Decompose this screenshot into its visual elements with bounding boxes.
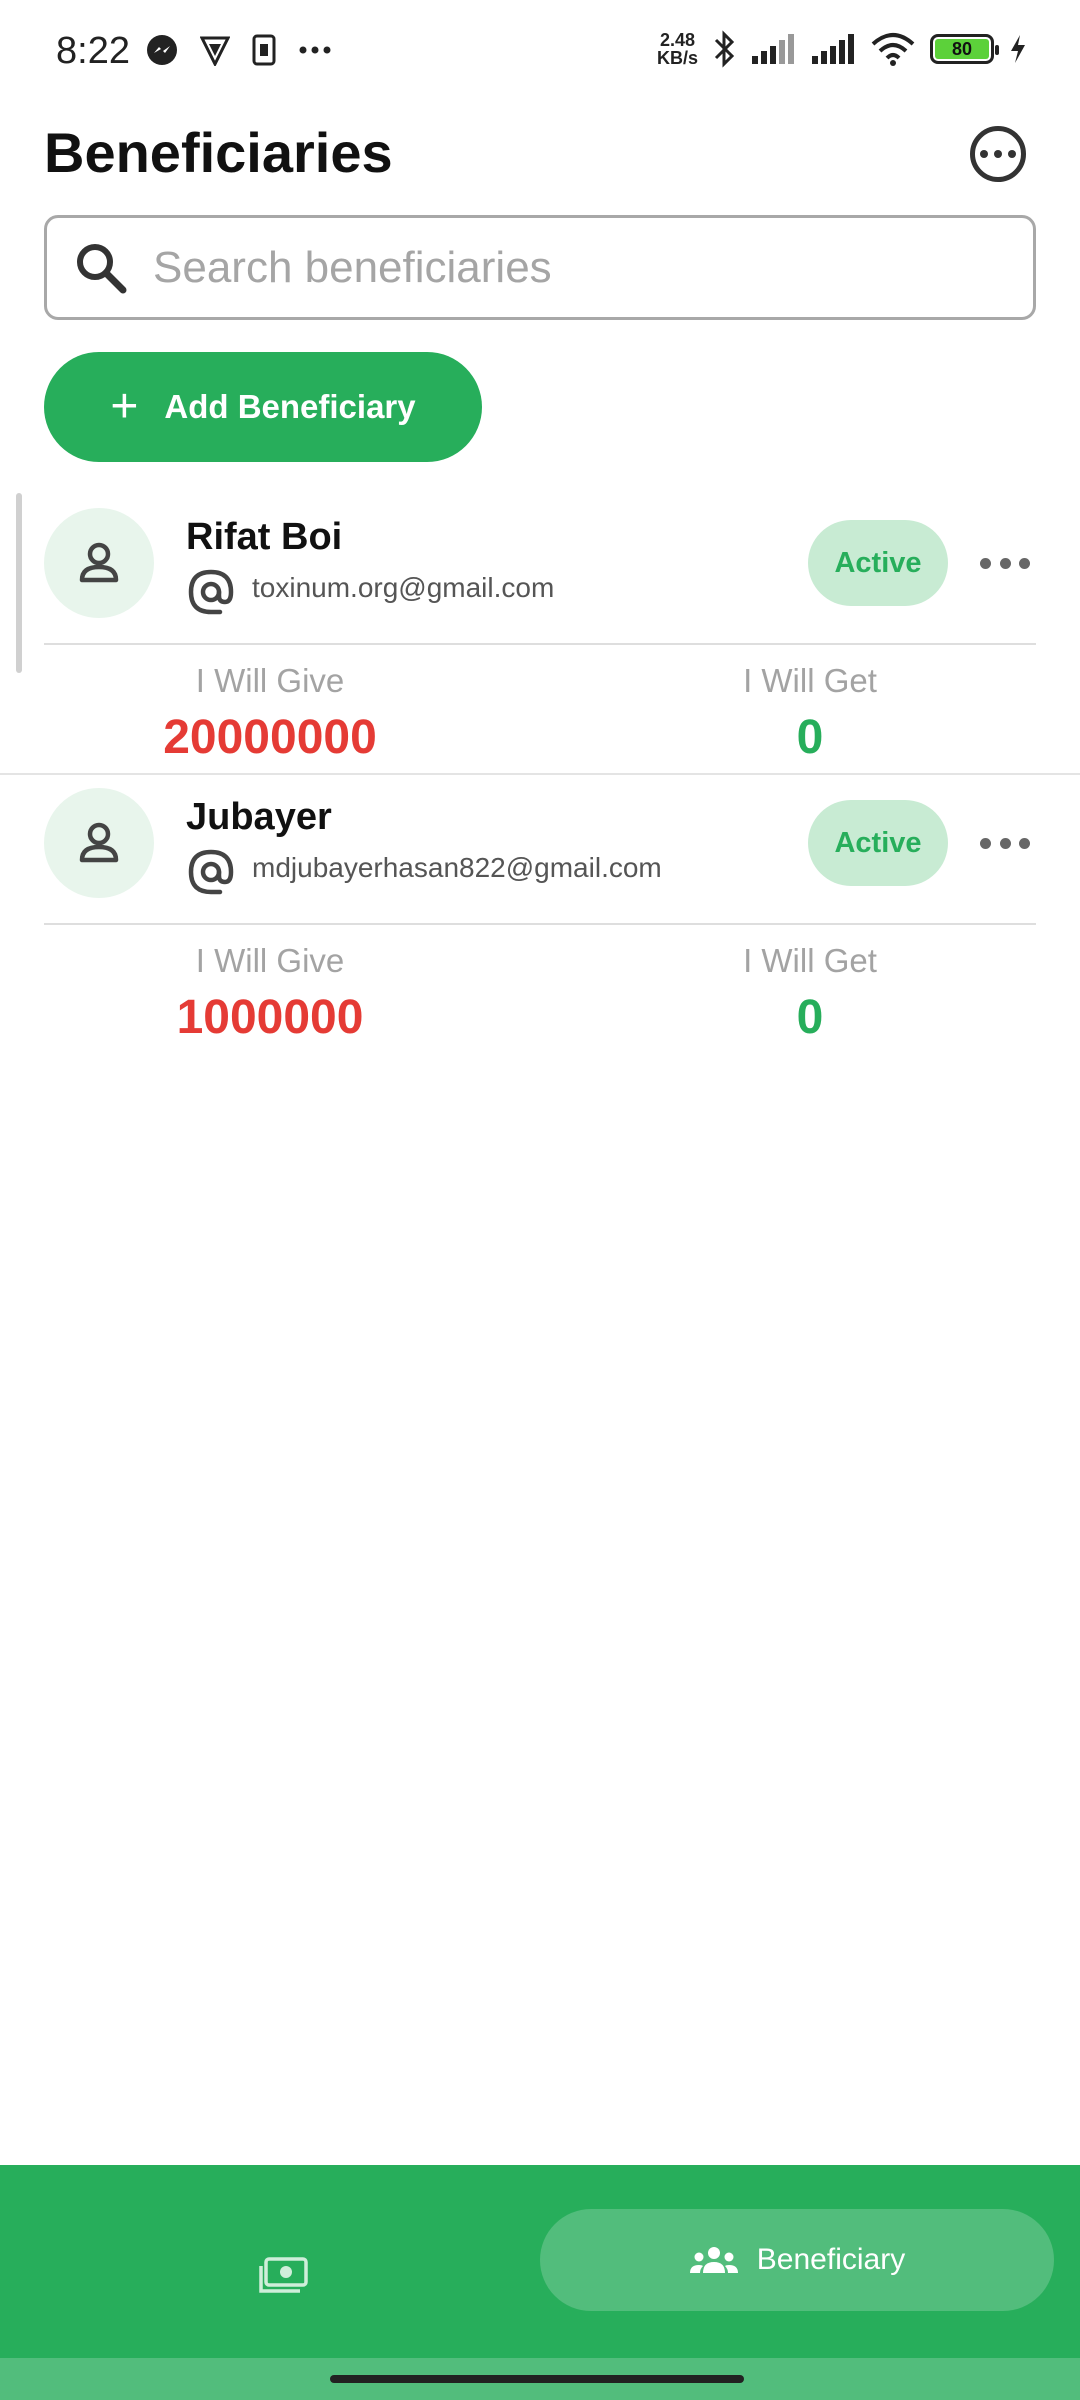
more-dots-icon (299, 46, 331, 54)
wifi-icon (871, 33, 915, 66)
signal-icon (752, 34, 794, 64)
messenger-icon (147, 35, 177, 65)
dot (980, 837, 991, 849)
status-badge: Active (808, 800, 948, 886)
more-options-icon[interactable] (980, 553, 1030, 573)
network-speed: 2.48 KB/s (657, 31, 698, 67)
at-icon (188, 849, 234, 895)
search-icon (77, 243, 127, 293)
get-label: I Will Get (743, 942, 877, 979)
group-icon (689, 2247, 738, 2273)
beneficiary-email: toxinum.org@gmail.com (252, 572, 555, 603)
beneficiary-name: Rifat Boi (186, 516, 343, 558)
speed-value: 2.48 (659, 30, 696, 50)
battery-icon: 80 (930, 34, 999, 64)
add-beneficiary-label: Add Beneficiary (164, 388, 416, 425)
money-icon[interactable] (258, 2257, 308, 2295)
get-value: 0 (796, 711, 824, 764)
get-label: I Will Get (743, 662, 877, 699)
bluetooth-icon (714, 30, 735, 68)
more-options-icon[interactable] (980, 833, 1030, 853)
dot (980, 557, 991, 569)
dot (1019, 837, 1030, 849)
dot (994, 150, 1002, 158)
status-left-icons (146, 34, 332, 66)
sim-icon (252, 34, 276, 66)
give-value: 1000000 (176, 991, 364, 1044)
give-label: I Will Give (195, 662, 345, 699)
beneficiary-name: Jubayer (186, 796, 332, 838)
home-handle[interactable] (330, 2375, 744, 2383)
person-icon (79, 542, 119, 583)
give-label: I Will Give (195, 942, 345, 979)
get-value: 0 (796, 991, 824, 1044)
beneficiary-card[interactable]: Rifat Boi toxinum.org@gmail.com Active I… (0, 492, 1080, 772)
beneficiary-card[interactable]: Jubayer mdjubayerhasan822@gmail.com Acti… (0, 772, 1080, 1052)
bottom-nav: Beneficiary (0, 2165, 1080, 2358)
more-circle-icon[interactable] (970, 126, 1026, 182)
dot (999, 557, 1011, 569)
dot (1019, 557, 1030, 569)
search-input[interactable] (153, 242, 953, 293)
give-value: 20000000 (163, 711, 377, 764)
beneficiary-email: mdjubayerhasan822@gmail.com (252, 852, 662, 883)
dot (1008, 150, 1016, 158)
dot (980, 150, 988, 158)
divider (44, 643, 1036, 645)
signal-icon (812, 34, 854, 64)
person-icon (79, 822, 119, 863)
status-time: 8:22 (56, 30, 130, 72)
avatar (44, 508, 154, 618)
charging-icon (1011, 35, 1025, 63)
add-beneficiary-button[interactable]: + Add Beneficiary (44, 352, 482, 462)
dot (999, 837, 1011, 849)
divider (44, 923, 1036, 925)
nav-beneficiary-label: Beneficiary (756, 2243, 906, 2276)
battery-level: 80 (935, 39, 989, 59)
page-title: Beneficiaries (44, 121, 393, 184)
status-badge: Active (808, 520, 948, 606)
search-box[interactable] (44, 215, 1036, 320)
avatar (44, 788, 154, 898)
nav-beneficiary-tab[interactable]: Beneficiary (540, 2209, 1054, 2311)
vpn-icon (200, 36, 230, 66)
speed-unit: KB/s (656, 48, 698, 68)
status-right-icons: 2.48 KB/s 80 (657, 30, 1028, 68)
plus-icon: + (110, 380, 139, 433)
at-icon (188, 569, 234, 615)
status-bar: 8:22 2.48 KB/s 80 (0, 0, 1080, 110)
